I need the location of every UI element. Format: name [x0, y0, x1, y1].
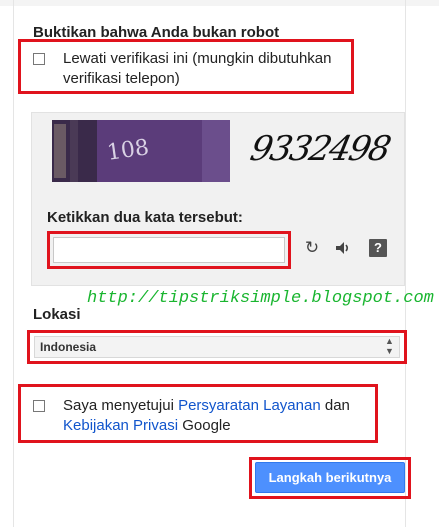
skip-verification-label[interactable]: Lewati verifikasi ini (mungkin dibutuhka… [63, 49, 353, 89]
terms-prefix: Saya menyetujui [63, 397, 179, 414]
left-edge-line [13, 0, 14, 527]
captcha-answer-input[interactable] [53, 237, 285, 263]
refresh-icon[interactable]: ↻ [302, 238, 322, 258]
skip-verification-checkbox[interactable] [33, 53, 45, 65]
privacy-policy-link[interactable]: Kebijakan Privasi [63, 417, 178, 434]
captcha-input-label: Ketikkan dua kata tersebut: [47, 209, 243, 226]
watermark-url: http://tipstriksimple.blogspot.com [87, 289, 434, 308]
location-selected-value: Indonesia [40, 340, 97, 354]
next-step-button[interactable]: Langkah berikutnya [255, 462, 405, 493]
top-strip [0, 0, 439, 6]
terms-of-service-link[interactable]: Persyaratan Layanan [178, 397, 321, 414]
help-icon[interactable]: ? [369, 239, 387, 257]
audio-icon[interactable] [333, 238, 353, 258]
terms-suffix: Google [178, 417, 231, 434]
terms-middle: dan [320, 397, 350, 414]
right-edge-line [405, 0, 406, 527]
location-label: Lokasi [33, 306, 81, 323]
captcha-distorted-text: 9332498 [246, 129, 393, 169]
captcha-image-photo: 108 [52, 120, 230, 182]
terms-agreement-text: Saya menyetujui Persyaratan Layanan dan … [63, 396, 363, 436]
select-arrows-icon: ▲ ▼ [385, 336, 394, 356]
terms-checkbox[interactable] [33, 400, 45, 412]
